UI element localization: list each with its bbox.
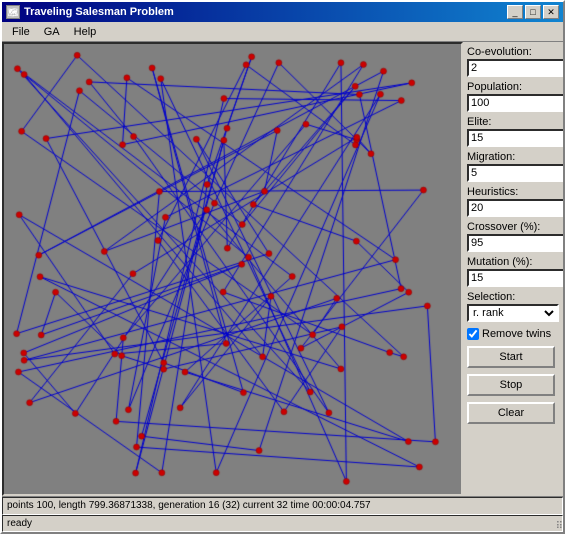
crossover-input[interactable] — [467, 234, 563, 252]
resize-grip[interactable]: ⠿ — [551, 520, 563, 532]
menu-bar: File GA Help — [2, 22, 563, 42]
title-bar: 🗺 Traveling Salesman Problem _ □ ✕ — [2, 2, 563, 22]
co-evolution-input[interactable] — [467, 59, 563, 77]
remove-twins-row: Remove twins — [467, 328, 559, 340]
menu-ga[interactable]: GA — [38, 25, 66, 39]
co-evolution-label: Co-evolution: — [467, 46, 559, 58]
selection-row: r. rank tournament roulette — [467, 304, 559, 322]
start-button[interactable]: Start — [467, 346, 555, 368]
stop-button[interactable]: Stop — [467, 374, 555, 396]
migration-group: Migration: ▲ ▼ — [467, 151, 559, 182]
minimize-button[interactable]: _ — [507, 5, 523, 19]
population-row: ▲ ▼ — [467, 94, 559, 112]
menu-file[interactable]: File — [6, 25, 36, 39]
selection-group: Selection: r. rank tournament roulette — [467, 291, 559, 322]
mutation-group: Mutation (%): ▲ ▼ — [467, 256, 559, 287]
tsp-canvas — [4, 44, 461, 494]
main-window: 🗺 Traveling Salesman Problem _ □ ✕ File … — [0, 0, 565, 534]
mutation-input[interactable] — [467, 269, 563, 287]
mutation-label: Mutation (%): — [467, 256, 559, 268]
status-bar: points 100, length 799.36871338, generat… — [2, 496, 563, 532]
selection-label: Selection: — [467, 291, 559, 303]
co-evolution-group: Co-evolution: ▲ ▼ — [467, 46, 559, 77]
migration-input[interactable] — [467, 164, 563, 182]
crossover-row: ▲ ▼ — [467, 234, 559, 252]
app-icon: 🗺 — [6, 5, 20, 19]
status-line1: points 100, length 799.36871338, generat… — [2, 497, 563, 515]
migration-label: Migration: — [467, 151, 559, 163]
menu-help[interactable]: Help — [68, 25, 103, 39]
elite-group: Elite: ▲ ▼ — [467, 116, 559, 147]
co-evolution-row: ▲ ▼ — [467, 59, 559, 77]
main-content: Co-evolution: ▲ ▼ Population: ▲ ▼ — [2, 42, 563, 496]
population-label: Population: — [467, 81, 559, 93]
migration-row: ▲ ▼ — [467, 164, 559, 182]
population-group: Population: ▲ ▼ — [467, 81, 559, 112]
heuristics-group: Heuristics: ▲ ▼ — [467, 186, 559, 217]
heuristics-input[interactable] — [467, 199, 563, 217]
crossover-group: Crossover (%): ▲ ▼ — [467, 221, 559, 252]
elite-input[interactable] — [467, 129, 563, 147]
maximize-button[interactable]: □ — [525, 5, 541, 19]
elite-label: Elite: — [467, 116, 559, 128]
elite-row: ▲ ▼ — [467, 129, 559, 147]
status-line2: ready — [2, 515, 563, 533]
title-bar-left: 🗺 Traveling Salesman Problem — [6, 5, 174, 19]
selection-select[interactable]: r. rank tournament roulette — [467, 304, 559, 322]
canvas-area — [2, 42, 463, 496]
heuristics-row: ▲ ▼ — [467, 199, 559, 217]
sidebar: Co-evolution: ▲ ▼ Population: ▲ ▼ — [463, 42, 563, 496]
clear-button[interactable]: Clear — [467, 402, 555, 424]
heuristics-label: Heuristics: — [467, 186, 559, 198]
population-input[interactable] — [467, 94, 563, 112]
mutation-row: ▲ ▼ — [467, 269, 559, 287]
title-buttons: _ □ ✕ — [507, 5, 559, 19]
remove-twins-checkbox[interactable] — [467, 328, 479, 340]
crossover-label: Crossover (%): — [467, 221, 559, 233]
remove-twins-label: Remove twins — [482, 328, 551, 340]
window-title: Traveling Salesman Problem — [24, 6, 174, 18]
close-button[interactable]: ✕ — [543, 5, 559, 19]
